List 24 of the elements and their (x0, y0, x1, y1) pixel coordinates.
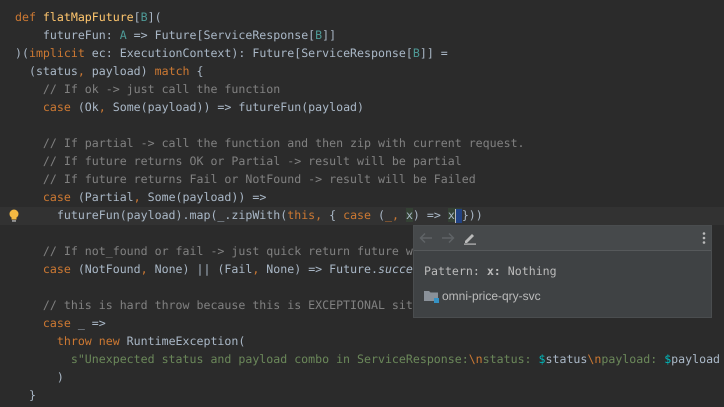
code-line: case _ => (42, 315, 106, 332)
type-signature: Pattern: x: Nothing (424, 263, 558, 280)
code-line: s"Unexpected status and payload combo in ServiceResponse:\nstatus: $status\npayload: $payload (70, 351, 720, 368)
code-line: throw new RuntimeException( (56, 333, 246, 350)
code-line: } (28, 387, 36, 404)
more-options-icon[interactable] (702, 232, 706, 244)
code-line: // If future returns Fail or NotFound -> result will be Failed (42, 171, 476, 188)
code-line: ) (56, 369, 64, 386)
code-line: // If ok -> just call the function (42, 81, 280, 98)
code-line: def flatMapFuture[B]( (15, 9, 162, 26)
code-line: // this is hard throw because this is EXCEPTIONAL sit (42, 297, 413, 314)
code-line: // If not_found or fail -> just quick return future w (42, 243, 413, 260)
code-line: case (Partial, Some(payload)) => (42, 189, 266, 206)
folder-icon (424, 290, 439, 303)
code-line: )(implicit ec: ExecutionContext): Future[ServiceResponse[B]] = (15, 45, 448, 62)
module-name: omni-price-qry-svc (442, 288, 541, 306)
lightbulb-icon[interactable] (8, 209, 20, 223)
code-line: case (NotFound, None) || (Fail, None) => Future.succe (42, 261, 413, 278)
pencil-icon[interactable] (463, 231, 477, 245)
code-line: (status, payload) match { (28, 63, 204, 80)
code-line: futureFun: A => Future[ServiceResponse[B]] (42, 27, 336, 44)
code-line: case (Ok, Some(payload)) => futureFun(payload) (42, 99, 364, 116)
code-line: // If future returns OK or Partial -> result will be partial (42, 153, 462, 170)
code-line: // If partial -> call the function and then zip with current request. (42, 135, 525, 152)
